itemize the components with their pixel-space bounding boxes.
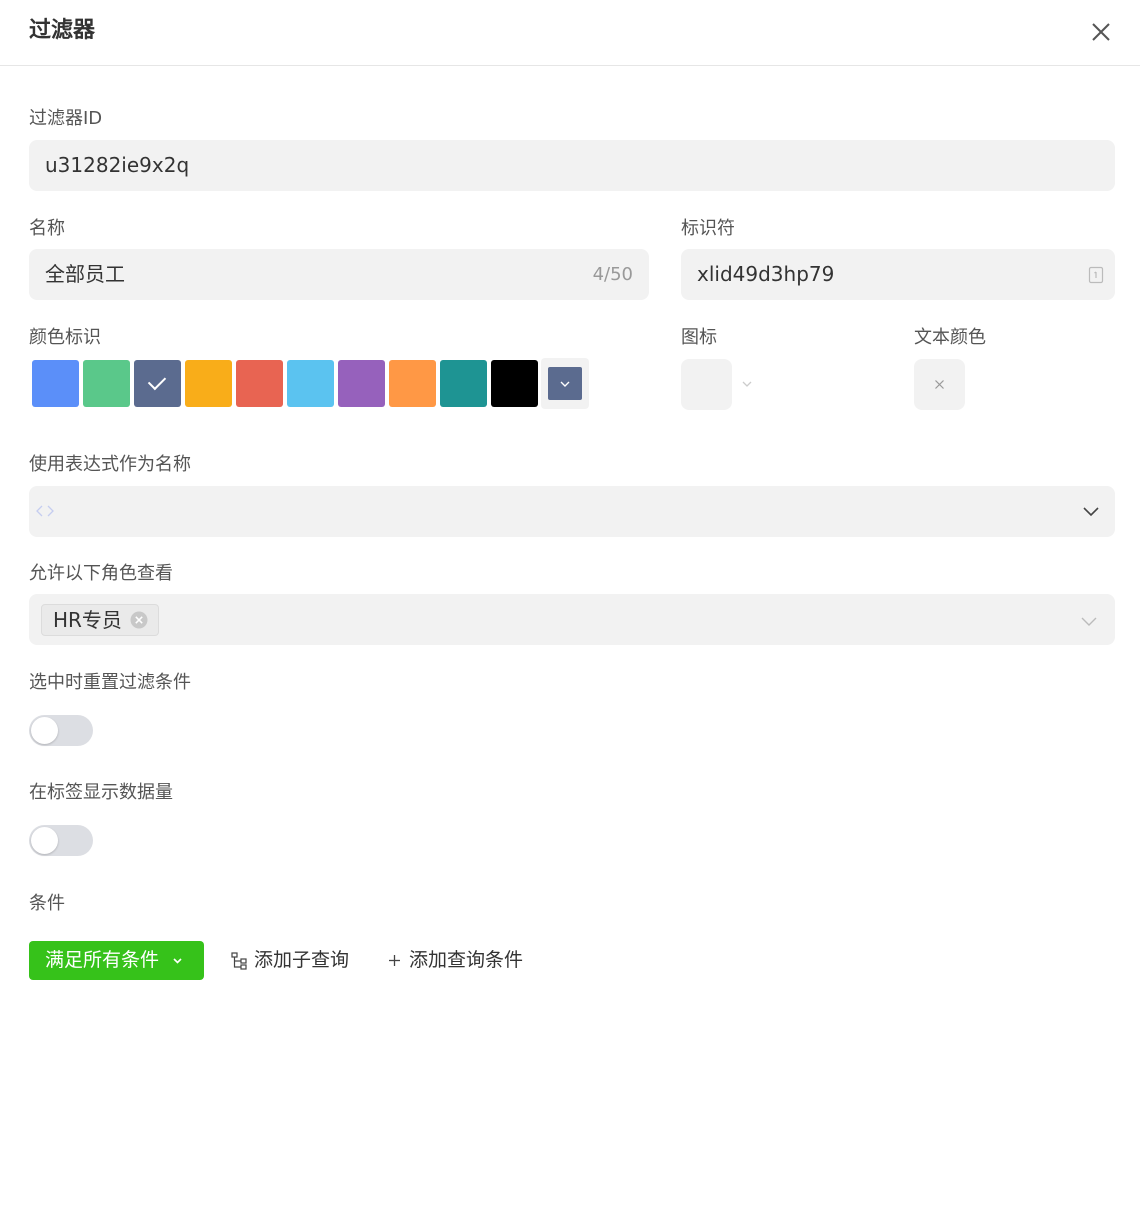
toggle-knob (31, 827, 58, 854)
icon-picker[interactable] (681, 359, 732, 410)
name-input[interactable]: 全部员工 4/50 (29, 249, 649, 300)
plus-icon (389, 955, 400, 966)
reset-on-select-label: 选中时重置过滤条件 (29, 672, 191, 693)
roles-select[interactable] (29, 594, 1115, 645)
show-count-label: 在标签显示数据量 (29, 782, 173, 803)
color-tag-label: 颜色标识 (29, 327, 101, 348)
reset-on-select-toggle[interactable] (29, 715, 93, 746)
identifier-label: 标识符 (681, 218, 735, 239)
chevron-down-icon[interactable] (740, 377, 754, 391)
add-subquery-button[interactable]: 添加子查询 (231, 941, 361, 980)
clear-icon (935, 380, 944, 389)
chevron-down-icon (1081, 617, 1097, 626)
code-icon (36, 505, 54, 517)
chevron-down-icon (1083, 507, 1099, 517)
text-color-picker[interactable] (914, 359, 965, 410)
filter-id-field[interactable]: u31282ie9x2q (29, 140, 1115, 191)
role-tag-label: HR专员 (53, 608, 122, 632)
custom-color-preview (548, 367, 582, 400)
color-swatch[interactable] (83, 360, 130, 407)
copy-icon[interactable] (1088, 266, 1104, 284)
roles-label: 允许以下角色查看 (29, 563, 173, 584)
close-icon[interactable] (1088, 19, 1114, 45)
name-label: 名称 (29, 218, 65, 239)
color-swatch[interactable] (440, 360, 487, 407)
chevron-down-icon (560, 381, 570, 387)
dialog-header: 过滤器 (0, 0, 1140, 66)
add-condition-button[interactable]: 添加查询条件 (386, 941, 531, 980)
name-char-counter: 4/50 (592, 264, 633, 285)
conditions-label: 条件 (29, 893, 65, 914)
icon-label: 图标 (681, 327, 717, 348)
dialog-title: 过滤器 (29, 18, 96, 43)
color-swatch[interactable] (338, 360, 385, 407)
identifier-field[interactable]: xlid49d3hp79 (681, 249, 1115, 300)
name-value: 全部员工 (45, 262, 125, 286)
add-condition-label: 添加查询条件 (409, 949, 524, 971)
color-swatch[interactable] (491, 360, 538, 407)
toggle-knob (31, 717, 58, 744)
remove-tag-icon[interactable] (130, 611, 148, 629)
role-tag: HR专员 (41, 604, 159, 636)
filter-id-label: 过滤器ID (29, 108, 103, 129)
expression-name-label: 使用表达式作为名称 (29, 454, 191, 475)
color-swatch[interactable] (134, 360, 181, 407)
color-swatch[interactable] (236, 360, 283, 407)
text-color-label: 文本颜色 (914, 327, 986, 348)
custom-color-picker[interactable] (541, 358, 589, 409)
identifier-value: xlid49d3hp79 (697, 262, 835, 286)
expression-select[interactable] (29, 486, 1115, 537)
add-subquery-label: 添加子查询 (254, 949, 350, 971)
chevron-down-icon (173, 958, 182, 964)
color-swatch[interactable] (185, 360, 232, 407)
color-swatch[interactable] (389, 360, 436, 407)
match-all-conditions-button[interactable]: 满足所有条件 (29, 941, 204, 980)
match-all-label: 满足所有条件 (45, 949, 160, 971)
show-count-toggle[interactable] (29, 825, 93, 856)
color-swatch[interactable] (32, 360, 79, 407)
filter-id-value: u31282ie9x2q (45, 153, 190, 177)
color-swatch-group (30, 358, 590, 409)
color-swatch[interactable] (287, 360, 334, 407)
tree-icon (231, 952, 247, 970)
